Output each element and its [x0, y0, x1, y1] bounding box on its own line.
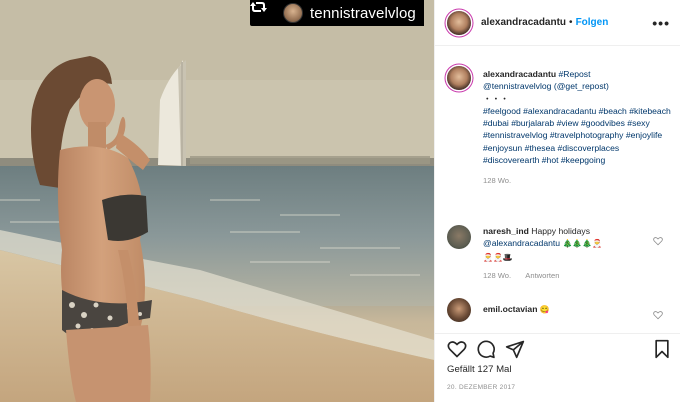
repost-badge[interactable]: tennistravelvlog [250, 0, 424, 26]
comment-emoji: 🎅🎅🎩 [483, 252, 513, 262]
avatar[interactable] [447, 298, 471, 322]
reply-button[interactable]: Antworten [525, 271, 559, 280]
comment-text: emil.octavian 😋 [483, 303, 550, 316]
post-actions: Gefällt 127 Mal 20. DEZEMBER 2017 [435, 333, 680, 402]
beach-scene-illustration [0, 0, 434, 402]
hashtag-link[interactable]: #Repost [558, 69, 590, 79]
mention-link[interactable]: (@get_repost) [554, 81, 609, 91]
avatar[interactable] [447, 10, 471, 35]
comments-list[interactable]: alexandracadantu #Repost @tennistravelvl… [435, 47, 680, 332]
comment-emoji: 🎄🎄🎄🎅 [562, 239, 603, 249]
hashtag-list[interactable]: #feelgood #alexandracadantu #beach #kite… [483, 106, 671, 165]
comment-icon[interactable] [476, 339, 496, 359]
comment-username[interactable]: emil.octavian [483, 304, 537, 314]
caption-username[interactable]: alexandracadantu [483, 69, 556, 79]
comment-text: naresh_ind Happy holidays @alexandracada… [483, 225, 658, 282]
share-icon[interactable] [505, 339, 525, 359]
post-photo[interactable]: tennistravelvlog [0, 0, 434, 402]
mention-link[interactable]: @alexandracadantu [483, 238, 560, 248]
mention-link[interactable]: @tennistravelvlog [483, 81, 551, 91]
follow-button[interactable]: Folgen [576, 17, 609, 28]
more-options-icon[interactable]: ••• [652, 15, 670, 31]
likes-count[interactable]: Gefällt 127 Mal [447, 364, 512, 375]
header-separator: • [569, 17, 573, 28]
header-username[interactable]: alexandracadantu [481, 17, 566, 28]
comment-emoji: 😋 [539, 305, 550, 314]
avatar[interactable] [447, 225, 471, 249]
repost-avatar [283, 3, 303, 23]
bookmark-icon[interactable] [653, 339, 673, 359]
like-comment-icon[interactable] [653, 307, 663, 320]
post-date: 20. DEZEMBER 2017 [447, 384, 516, 391]
avatar[interactable] [447, 66, 471, 90]
heart-icon[interactable] [447, 339, 467, 359]
comment-age: 128 Wo. [483, 270, 512, 280]
comment-username[interactable]: naresh_ind [483, 226, 529, 236]
like-comment-icon[interactable] [653, 233, 663, 246]
post-side-panel: alexandracadantu • Folgen ••• alexandrac… [434, 0, 680, 402]
caption-age: 128 Wo. [483, 176, 512, 186]
caption-dots: ・・・ [483, 93, 509, 104]
repost-icon [250, 2, 276, 21]
comment-body: Happy holidays [531, 226, 591, 236]
caption-text: alexandracadantu #Repost @tennistravelvl… [483, 68, 673, 188]
post-header: alexandracadantu • Folgen ••• [435, 0, 680, 46]
repost-username: tennistravelvlog [310, 4, 416, 22]
